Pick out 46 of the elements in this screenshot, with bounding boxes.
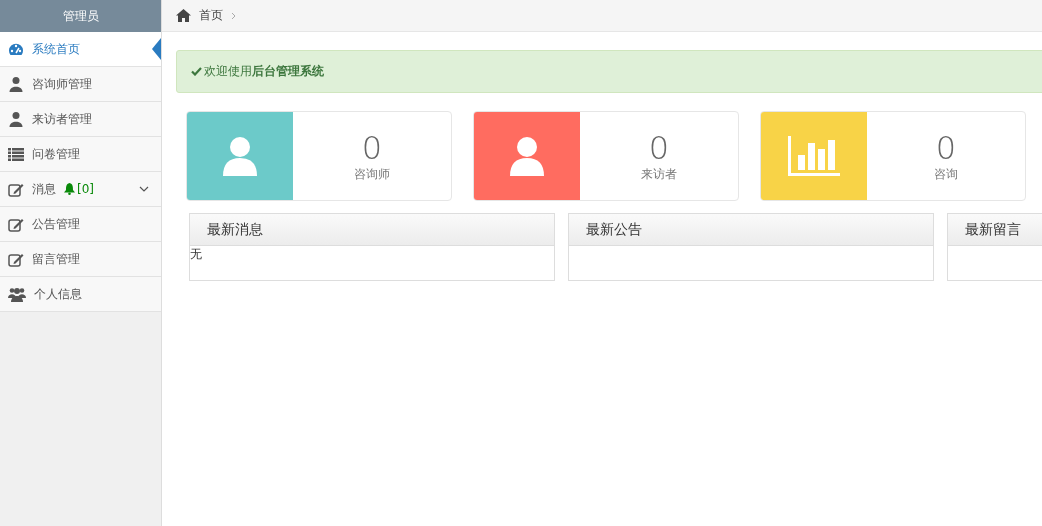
sidebar-item[interactable]: 公告管理 [0,207,161,242]
active-indicator [152,38,161,60]
stat-value: 0 [361,129,383,166]
sidebar-item[interactable]: 咨询师管理 [0,67,161,102]
notification-count: [0] [64,182,94,196]
sidebar-item[interactable]: 个人信息 [0,277,161,312]
sidebar-label: 个人信息 [34,285,82,303]
sidebar-item[interactable]: 留言管理 [0,242,161,277]
stat-value: 0 [648,129,670,166]
home-icon [176,9,191,22]
sidebar-label: 消息 [32,180,56,198]
check-icon [191,67,202,76]
panel-title: 最新留言 [948,214,1042,246]
sidebar-item[interactable]: 系统首页 [0,32,161,67]
sidebar-label: 问卷管理 [32,145,80,163]
chevron-right-icon [231,11,236,20]
welcome-text: 欢迎使用后台管理系统 [204,63,324,80]
sidebar-label: 留言管理 [32,250,80,268]
stat-label: 来访者 [641,165,677,183]
sidebar-label: 系统首页 [32,40,80,58]
sidebar-item[interactable]: 来访者管理 [0,102,161,137]
list-icon [8,147,24,161]
panel-text: 无 [190,246,202,263]
edit-icon [8,251,24,267]
user-icon [508,136,546,176]
sidebar-item[interactable]: 消息 [0] [0,172,161,207]
bell-icon [64,183,75,195]
bar-chart-icon [788,136,840,176]
stat-label: 咨询师 [354,165,390,183]
dashboard-icon [8,42,24,56]
panel-title: 最新消息 [190,214,554,246]
sidebar-title: 管理员 [0,0,161,32]
stat-value: 0 [935,129,957,166]
users-icon [8,286,26,302]
edit-icon [8,181,24,197]
sidebar-label: 来访者管理 [32,110,92,128]
panel-title: 最新公告 [569,214,933,246]
edit-icon [8,216,24,232]
user-icon [8,111,24,127]
user-icon [221,136,259,176]
sidebar-label: 咨询师管理 [32,75,92,93]
sidebar-item[interactable]: 问卷管理 [0,137,161,172]
stat-label: 咨询 [934,165,958,183]
sidebar-label: 公告管理 [32,215,80,233]
breadcrumb-link[interactable]: 首页 [199,7,223,24]
user-icon [8,76,24,92]
